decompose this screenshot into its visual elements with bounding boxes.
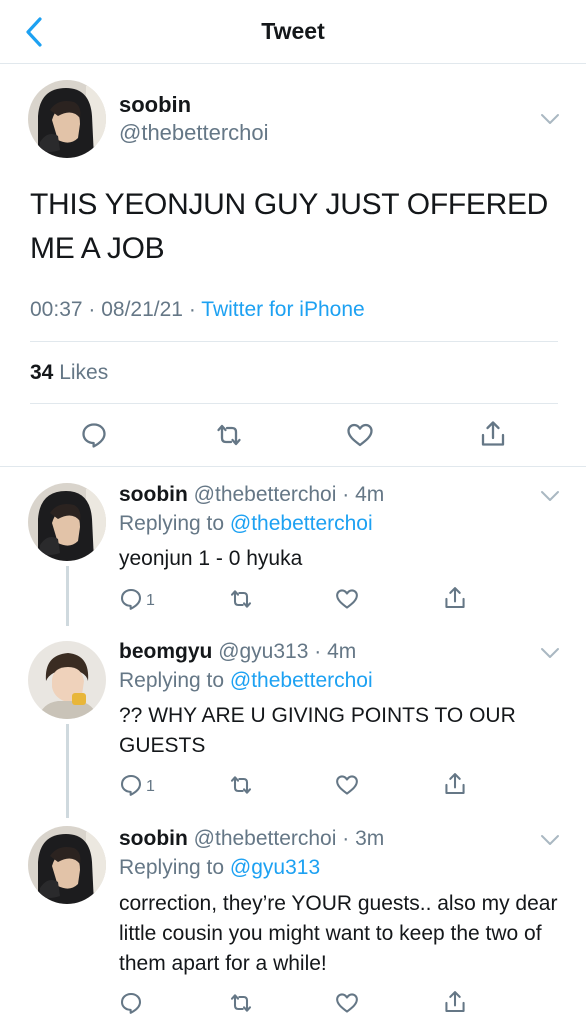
replying-label: Replying to [119,512,225,535]
divider [30,403,558,404]
tweet-meta: 00:37 · 08/21/21 · Twitter for iPhone [30,298,365,322]
retweet-icon[interactable] [228,587,254,616]
reply-time: 3m [355,827,385,850]
meta-dot: · [182,298,202,321]
tweet-date[interactable]: 08/21/21 [101,298,183,321]
reply-author-name[interactable]: soobin [119,483,188,506]
replying-handle[interactable]: @thebetterchoi [230,512,373,535]
reply-header: soobin @thebetterchoi · 3m [119,827,384,851]
chevron-down-icon[interactable] [540,646,560,658]
reply-time: 4m [355,483,385,506]
likes-label: Likes [59,361,109,384]
replying-handle[interactable]: @gyu313 [230,856,320,879]
reply-author-name[interactable]: beomgyu [119,640,212,663]
avatar[interactable] [28,80,106,158]
chevron-down-icon[interactable] [540,489,560,501]
replying-handle[interactable]: @thebetterchoi [230,669,373,692]
retweet-icon[interactable] [214,421,244,454]
likes-count: 34 [30,361,54,384]
chevron-down-icon[interactable] [540,833,560,845]
heart-icon[interactable] [334,991,360,1020]
reply-author-handle[interactable]: @thebetterchoi [194,483,337,506]
share-icon[interactable] [443,989,467,1020]
chevron-down-icon[interactable] [540,112,560,124]
meta-dot: · [308,640,328,663]
avatar[interactable] [28,483,106,561]
replying-to: Replying to @thebetterchoi [119,512,373,536]
tweet-time[interactable]: 00:37 [30,298,83,321]
retweet-icon[interactable] [228,991,254,1020]
reply-header: beomgyu @gyu313 · 4m [119,640,356,664]
replying-label: Replying to [119,856,225,879]
meta-dot: · [82,298,102,321]
meta-dot: · [336,483,356,506]
reply-author-handle[interactable]: @thebetterchoi [194,827,337,850]
top-bar: Tweet [0,0,586,64]
reply-header: soobin @thebetterchoi · 4m [119,483,384,507]
share-icon[interactable] [479,419,507,454]
heart-icon[interactable] [334,773,360,802]
thread-line [66,566,69,626]
thread-line [66,724,69,818]
author-handle[interactable]: @thebetterchoi [119,120,269,146]
tweet-text: THIS YEONJUN GUY JUST OFFERED ME A JOB [30,188,549,265]
reply-icon[interactable] [119,587,143,616]
reply-count: 1 [146,592,155,609]
replying-label: Replying to [119,669,225,692]
reply-text: yeonjun 1 - 0 hyuka [119,547,303,570]
reply-text: ?? WHY ARE U GIVING POINTS TO OUR GUESTS [119,704,516,757]
author-name[interactable]: soobin [119,92,191,118]
reply-count: 1 [146,778,155,795]
replying-to: Replying to @thebetterchoi [119,669,373,693]
reply-author-name[interactable]: soobin [119,827,188,850]
reply-text: correction, they’re YOUR guests.. also m… [119,892,558,975]
likes-stat[interactable]: 34 Likes [30,361,108,385]
heart-icon[interactable] [334,587,360,616]
replying-to: Replying to @gyu313 [119,856,320,880]
reply-icon[interactable] [119,991,143,1020]
reply-icon[interactable] [80,421,108,454]
page-title: Tweet [261,18,325,44]
tweet-source[interactable]: Twitter for iPhone [201,298,364,321]
reply-icon[interactable] [119,773,143,802]
avatar[interactable] [28,641,106,719]
meta-dot: · [336,827,356,850]
retweet-icon[interactable] [228,773,254,802]
divider [30,341,558,342]
share-icon[interactable] [443,771,467,802]
reply-time: 4m [327,640,357,663]
heart-icon[interactable] [345,421,375,454]
share-icon[interactable] [443,585,467,616]
reply-author-handle[interactable]: @gyu313 [218,640,308,663]
divider [0,466,586,467]
avatar[interactable] [28,826,106,904]
